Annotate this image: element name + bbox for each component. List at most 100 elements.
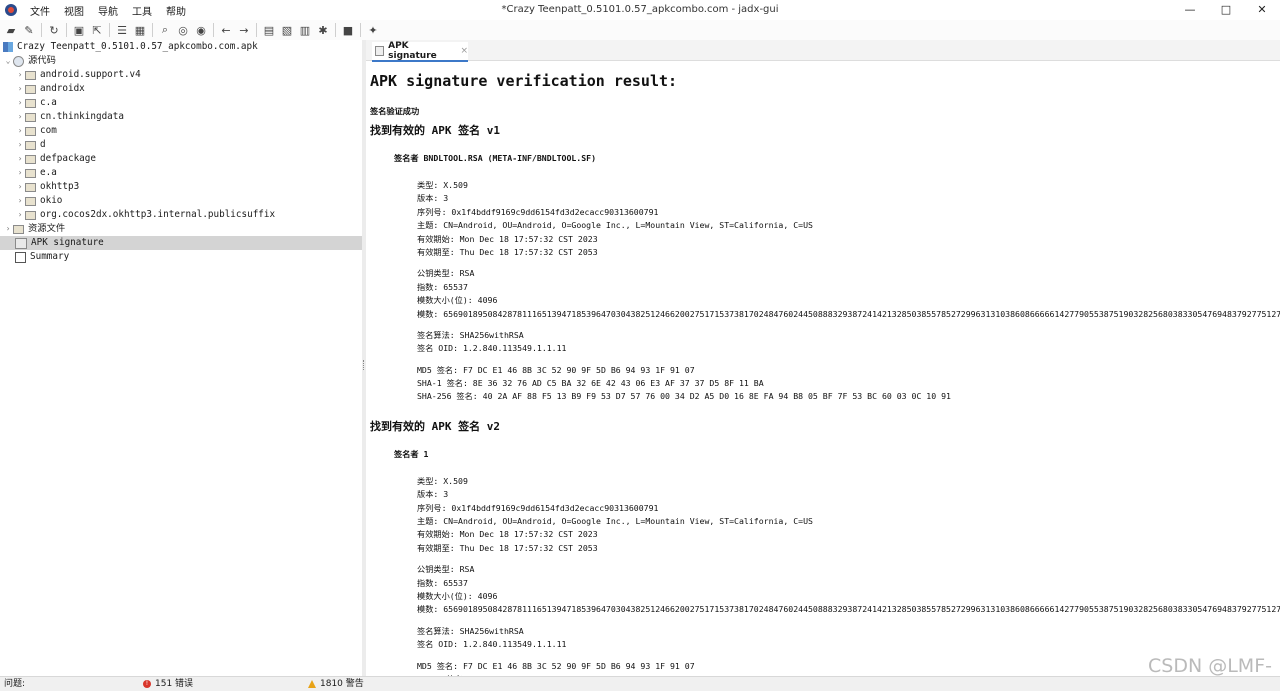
tree-package-item[interactable]: › androidx bbox=[0, 82, 362, 96]
chevron-right-icon[interactable]: › bbox=[15, 82, 25, 96]
package-label: okhttp3 bbox=[40, 181, 80, 192]
tree-package-item[interactable]: › org.cocos2dx.okhttp3.internal.publicsuf… bbox=[0, 208, 362, 222]
cert-lines-group: 类型: X.509 版本: 3 序列号: 0x1f4bddf9169c9dd6154… bbox=[417, 179, 1280, 259]
menu-bar: 文件 视图 导航 工具 帮助 bbox=[23, 3, 193, 18]
detail-line: 签名算法: SHA256withRSA bbox=[417, 625, 524, 636]
detail-line: 签名算法: SHA256withRSA bbox=[417, 329, 524, 340]
close-window-button[interactable]: ✕ bbox=[1244, 0, 1280, 20]
chevron-down-icon[interactable]: ⌄ bbox=[3, 54, 13, 68]
chevron-right-icon[interactable]: › bbox=[15, 124, 25, 138]
package-label: c.a bbox=[40, 97, 57, 108]
chevron-right-icon[interactable]: › bbox=[15, 152, 25, 166]
tab-apk-signature[interactable]: APK signature × bbox=[372, 41, 468, 62]
v1-details: 类型: X.509 版本: 3 序列号: 0x1f4bddf9169c9dd6154… bbox=[417, 179, 1280, 404]
detail-line: 指数: 65537 bbox=[417, 577, 468, 588]
add-files-icon[interactable]: ✎ bbox=[22, 23, 36, 37]
flatten-packages-icon[interactable]: ☰ bbox=[115, 23, 129, 37]
errors-indicator[interactable]: ! 151 错误 bbox=[143, 677, 193, 691]
window-controls: — □ ✕ bbox=[1172, 0, 1280, 20]
export-icon[interactable]: ⇱ bbox=[90, 23, 104, 37]
detail-line: 序列号: 0x1f4bddf9169c9dd6154fd3d2ecacc9031… bbox=[417, 502, 659, 513]
warning-icon bbox=[308, 680, 316, 688]
tree-package-item[interactable]: › com bbox=[0, 124, 362, 138]
preferences-icon[interactable]: ✦ bbox=[366, 23, 380, 37]
minimize-button[interactable]: — bbox=[1172, 0, 1208, 20]
sync-icon[interactable]: ↻ bbox=[47, 23, 61, 37]
maximize-button[interactable]: □ bbox=[1208, 0, 1244, 20]
package-folder-icon bbox=[25, 112, 36, 122]
search-icon[interactable]: ⌕ bbox=[158, 23, 172, 37]
menu-tools[interactable]: 工具 bbox=[125, 3, 159, 18]
quark-icon[interactable]: ▤ bbox=[262, 23, 276, 37]
tab-label: APK signature bbox=[388, 41, 437, 61]
package-folder-icon bbox=[25, 70, 36, 80]
menu-navigation[interactable]: 导航 bbox=[91, 3, 125, 18]
warnings-indicator[interactable]: 1810 警告 bbox=[308, 677, 364, 691]
chevron-right-icon[interactable]: › bbox=[15, 96, 25, 110]
menu-view[interactable]: 视图 bbox=[57, 3, 91, 18]
toolbar-separator bbox=[213, 23, 214, 37]
tree-root[interactable]: Crazy Teenpatt_0.5101.0.57_apkcombo.com.… bbox=[0, 40, 362, 54]
tree-apk-signature[interactable]: APK signature bbox=[0, 236, 362, 250]
toolbar-separator bbox=[152, 23, 153, 37]
chevron-right-icon[interactable]: › bbox=[15, 166, 25, 180]
debug-icon[interactable]: ✱ bbox=[316, 23, 330, 37]
package-label: android.support.v4 bbox=[40, 69, 141, 80]
tree-package-item[interactable]: › defpackage bbox=[0, 152, 362, 166]
folder-icon bbox=[13, 224, 24, 234]
tree-package-item[interactable]: › okhttp3 bbox=[0, 180, 362, 194]
signature-report: APK signature verification result: 签名验证成… bbox=[370, 67, 1280, 690]
detail-line: SHA-256 签名: 40 2A AF 88 F5 13 B9 F9 53 D… bbox=[417, 391, 951, 402]
tree-package-item[interactable]: › c.a bbox=[0, 96, 362, 110]
tree-package-item[interactable]: › d bbox=[0, 138, 362, 152]
detail-line: 模数大小(位): 4096 bbox=[417, 590, 498, 601]
tree-package-item[interactable]: › e.a bbox=[0, 166, 362, 180]
v1-header: 找到有效的 APK 签名 v1 bbox=[370, 124, 500, 137]
back-icon[interactable]: ← bbox=[219, 23, 233, 37]
summary-icon bbox=[15, 251, 26, 263]
hash-lines-group: MD5 签名: F7 DC E1 46 8B 3C 52 90 9F 5D B6… bbox=[417, 364, 1280, 404]
stop-icon[interactable]: ■ bbox=[341, 23, 355, 37]
chevron-right-icon[interactable]: › bbox=[15, 68, 25, 82]
find-usage-icon[interactable]: ◎ bbox=[176, 23, 190, 37]
tree-package-item[interactable]: › android.support.v4 bbox=[0, 68, 362, 82]
detail-line: 公钥类型: RSA bbox=[417, 564, 475, 575]
open-file-icon[interactable]: ▰ bbox=[4, 23, 18, 37]
project-tree: Crazy Teenpatt_0.5101.0.57_apkcombo.com.… bbox=[0, 40, 363, 676]
chevron-right-icon[interactable]: › bbox=[3, 222, 13, 236]
package-list: › android.support.v4 › androidx › c.a › cn.thin… bbox=[0, 68, 362, 222]
close-tab-icon[interactable]: × bbox=[460, 46, 468, 56]
tree-source-label: 源代码 bbox=[28, 55, 56, 66]
save-all-icon[interactable]: ▣ bbox=[72, 23, 86, 37]
errors-count: 151 错误 bbox=[155, 679, 194, 689]
detail-line: 签名 OID: 1.2.840.113549.1.1.11 bbox=[417, 639, 567, 650]
forward-icon[interactable]: → bbox=[237, 23, 251, 37]
tree-resources-node[interactable]: › 资源文件 bbox=[0, 222, 362, 236]
chevron-right-icon[interactable]: › bbox=[15, 138, 25, 152]
chevron-right-icon[interactable]: › bbox=[15, 110, 25, 124]
menu-help[interactable]: 帮助 bbox=[159, 3, 193, 18]
detail-line: 有效期至: Thu Dec 18 17:57:32 CST 2053 bbox=[417, 542, 598, 553]
tree-source-node[interactable]: ⌄ 源代码 bbox=[0, 54, 362, 68]
watermark: CSDN @LMF- bbox=[1148, 655, 1272, 677]
class-tree-icon[interactable]: ▦ bbox=[133, 23, 147, 37]
detail-line: 指数: 65537 bbox=[417, 281, 468, 292]
package-label: d bbox=[40, 139, 46, 150]
v1-signer: 签名者 BNDLTOOL.RSA (META-INF/BNDLTOOL.SF) bbox=[394, 153, 597, 163]
certificate-icon bbox=[15, 237, 27, 249]
log-icon[interactable]: ▥ bbox=[298, 23, 312, 37]
find-class-icon[interactable]: ◉ bbox=[194, 23, 208, 37]
deobfuscation-icon[interactable]: ▧ bbox=[280, 23, 294, 37]
tree-summary[interactable]: Summary bbox=[0, 250, 362, 264]
detail-line: SHA-1 签名: 8E 36 32 76 AD C5 BA 32 6E 42 … bbox=[417, 378, 764, 389]
chevron-right-icon[interactable]: › bbox=[15, 194, 25, 208]
chevron-right-icon[interactable]: › bbox=[15, 208, 25, 222]
tree-package-item[interactable]: › cn.thinkingdata bbox=[0, 110, 362, 124]
chevron-right-icon[interactable]: › bbox=[15, 180, 25, 194]
menu-file[interactable]: 文件 bbox=[23, 3, 57, 18]
verification-status: 签名验证成功 bbox=[370, 106, 420, 116]
apk-icon bbox=[3, 42, 13, 52]
detail-line: 模数: 656901895084287811165139471853964703… bbox=[417, 604, 1280, 615]
tree-package-item[interactable]: › okio bbox=[0, 194, 362, 208]
detail-line: 类型: X.509 bbox=[417, 180, 468, 190]
